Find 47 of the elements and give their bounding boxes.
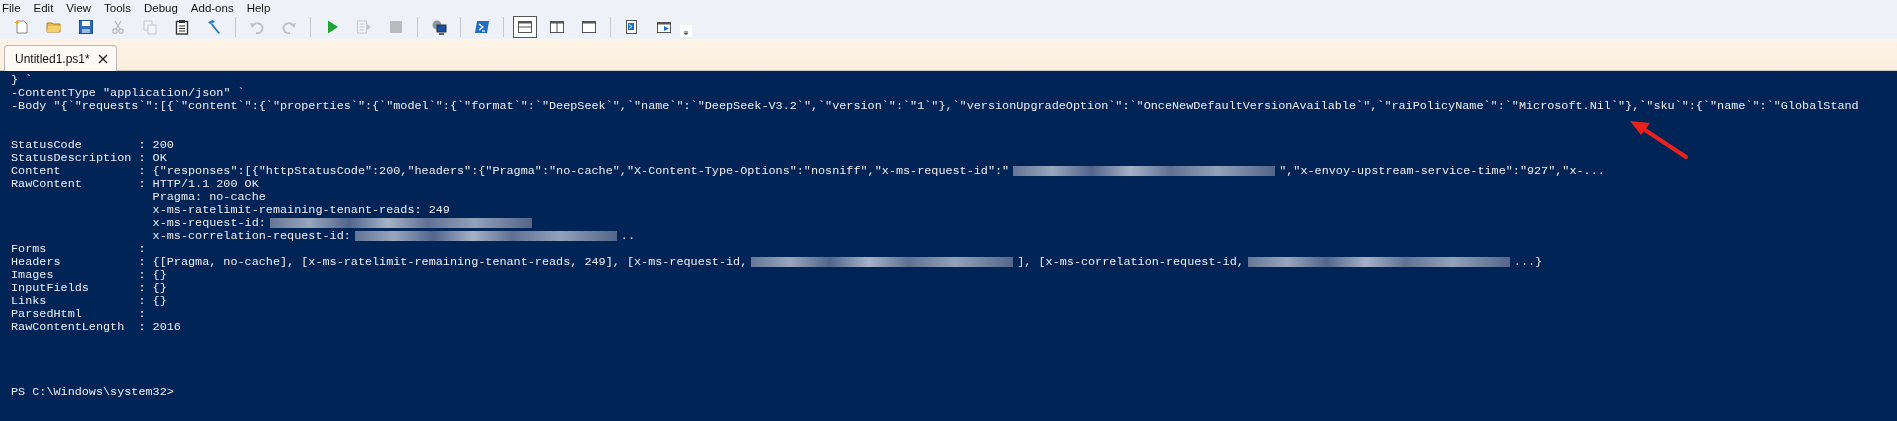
console-text: x-ms-request-id:: [152, 217, 266, 230]
menu-item[interactable]: Help: [246, 0, 271, 15]
console-text: x-ms-correlation-request-id:: [152, 230, 351, 243]
menu-item[interactable]: Debug: [143, 0, 178, 15]
console-text: -ContentType "application/json" `: [11, 87, 245, 100]
editor-tab[interactable]: Untitled1.ps1*: [4, 45, 117, 71]
console-text: :: [138, 243, 146, 256]
console-text: ","x-envoy-upstream-service-time":"927","x-...: [1279, 165, 1605, 178]
property-name: Images: [11, 269, 55, 282]
menu-item[interactable]: Add-ons: [190, 0, 234, 15]
property-name: InputFields: [11, 282, 90, 295]
property-name: Links: [11, 295, 48, 308]
property-name: StatusCode: [11, 139, 83, 152]
console-text: } `: [11, 74, 33, 87]
console-text: Pragma: no-cache: [152, 191, 266, 204]
tab-title: Untitled1.ps1*: [15, 51, 90, 66]
menu-item[interactable]: File: [2, 0, 21, 15]
console-text: ], [x-ms-correlation-request-id,: [1017, 256, 1244, 269]
console-text: : {}: [138, 269, 167, 282]
menu-item[interactable]: Tools: [104, 0, 131, 15]
pane-top-icon[interactable]: [513, 16, 537, 38]
console-text: : OK: [138, 152, 167, 165]
console-text: : HTTP/1.1 200 OK: [138, 178, 259, 191]
console-text: -Body "{`"requests`":[{`"content`":{`"properties`":{`"model`":{`"format`":`"DeepSeek`",`"name`":`"DeepSeek-V3.2`",`"version`":`"1`"},`"versionUpgradeOption`":`"OnceNewDefaultVersionAvailable`",`"raiPolicyName`":`"Microsoft.Nil`"},`"sku`":{`"name`":`"GlobalStand: [11, 100, 1859, 113]
console-text: ...}: [1513, 256, 1543, 269]
console-text: : {"responses":[{"httpStatusCode":200,"headers":{"Pragma":"no-cache","X-Content-Type-Options":"nosniff","x-ms-request-id":": [138, 165, 1010, 178]
console-text: ..: [620, 230, 635, 243]
menu-item[interactable]: View: [66, 0, 92, 15]
console-text: : {}: [138, 295, 167, 308]
property-name: ParsedHtml: [11, 308, 83, 321]
property-name: Headers: [11, 256, 62, 269]
property-name: RawContentLength: [11, 321, 126, 334]
console-text: : {[Pragma, no-cache], [x-ms-ratelimit-remaining-tenant-reads, 249], [x-ms-request-id,: [138, 256, 748, 269]
property-name: RawContent: [11, 178, 83, 191]
annotation-arrow: [1628, 118, 1690, 160]
console-text: : {}: [138, 282, 167, 295]
console-text: : 2016: [138, 321, 181, 334]
console-text: x-ms-ratelimit-remaining-tenant-reads: 249: [152, 204, 450, 217]
property-name: StatusDescription: [11, 152, 133, 165]
console-text: PS C:\Windows\system32>: [11, 386, 174, 399]
close-icon[interactable]: [97, 53, 108, 64]
overflow-icon[interactable]: [680, 25, 692, 37]
property-name: Forms: [11, 243, 48, 256]
property-name: Content: [11, 165, 62, 178]
console-text: : 200: [138, 139, 174, 152]
console-text: :: [138, 308, 146, 321]
menu-item[interactable]: Edit: [33, 0, 54, 15]
